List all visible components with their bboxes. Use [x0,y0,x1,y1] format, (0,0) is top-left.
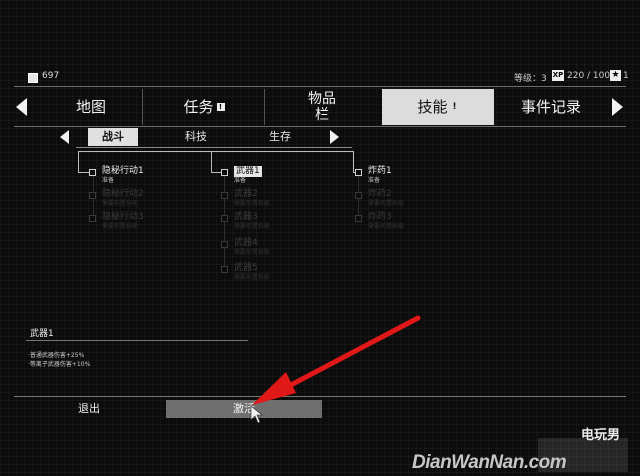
watermark-site: DianWanNan.com [412,452,567,473]
annotation-arrow-icon [252,315,421,405]
mouse-cursor-icon [250,405,263,424]
annotation-overlay [250,315,421,424]
watermark-brand: 电玩男 [581,428,621,443]
game-screen: 697 等级：3 XP 220 / 1000 ★ 1 地图 任务! 物品栏 技能… [0,0,640,476]
